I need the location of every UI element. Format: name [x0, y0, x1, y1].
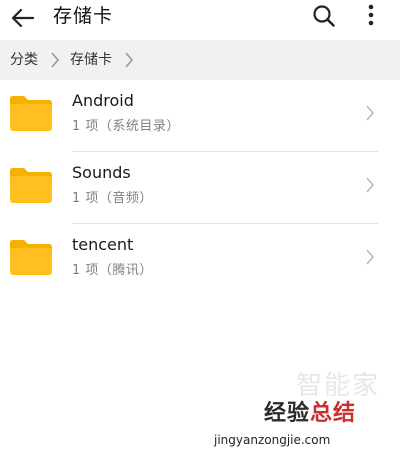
- breadcrumb: 分类 存储卡: [0, 40, 400, 80]
- arrow-left-icon[interactable]: [8, 3, 38, 33]
- file-list: Android 1 项（系统目录） Sounds 1 项（音频） tencent: [0, 80, 400, 296]
- file-name: Android: [72, 91, 134, 110]
- watermark-url: jingyanzongjie.com: [214, 433, 331, 447]
- file-meta: 1 项（音频）: [72, 191, 153, 206]
- list-item-android[interactable]: Android 1 项（系统目录）: [0, 80, 400, 152]
- chevron-right-icon: [364, 176, 376, 194]
- breadcrumb-item-sdcard[interactable]: 存储卡: [70, 51, 112, 69]
- file-meta: 1 项（腾讯）: [72, 263, 153, 278]
- folder-icon: [8, 93, 54, 133]
- watermark-top: 智能家: [296, 371, 381, 401]
- watermark-text-a: 经验: [264, 401, 311, 426]
- file-name: tencent: [72, 235, 134, 254]
- chevron-right-icon: [123, 51, 135, 69]
- page-title: 存储卡: [53, 5, 114, 27]
- watermark-text-b: 总结: [310, 401, 357, 426]
- search-icon[interactable]: [310, 2, 338, 30]
- folder-icon: [8, 165, 54, 205]
- breadcrumb-item-category[interactable]: 分类: [10, 51, 38, 69]
- folder-icon: [8, 237, 54, 277]
- list-item-sounds[interactable]: Sounds 1 项（音频）: [0, 152, 400, 224]
- app-bar: 存储卡: [0, 0, 400, 40]
- more-vertical-icon[interactable]: [360, 2, 382, 32]
- list-item-tencent[interactable]: tencent 1 项（腾讯）: [0, 224, 400, 296]
- chevron-right-icon: [49, 51, 61, 69]
- file-name: Sounds: [72, 163, 131, 182]
- chevron-right-icon: [364, 104, 376, 122]
- watermark-logo: 经验总结: [264, 400, 356, 428]
- chevron-right-icon: [364, 248, 376, 266]
- file-meta: 1 项（系统目录）: [72, 119, 180, 134]
